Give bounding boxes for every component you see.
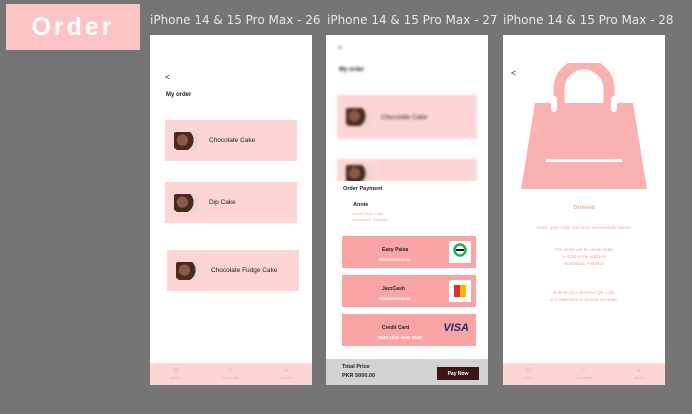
confirmation-message: Annie, your order has been successfully … — [536, 225, 632, 230]
back-button[interactable]: < — [338, 45, 342, 52]
cake-thumbnail — [174, 131, 198, 150]
tab-label: Order — [280, 375, 292, 380]
menu-icon: ☰ — [172, 368, 179, 375]
payment-option-easypaisa[interactable]: Easy Paisa +92xxxxxxxxxx — [342, 236, 476, 268]
tab-order[interactable]: + Order — [281, 368, 291, 380]
easypaisa-icon — [453, 243, 467, 257]
tab-favourite[interactable]: ♡ Favourite — [223, 368, 240, 380]
phone-order-confirmed: < Ordered Annie, your order has been suc… — [503, 35, 665, 385]
tab-label: Menu — [170, 375, 181, 380]
order-badge: Order — [6, 4, 140, 50]
phone-my-order: < My order Chocolate Cake Dip Cake Choco… — [150, 35, 312, 385]
shopping-bag-icon — [521, 63, 647, 189]
ready-message-line: to 6:00 at the address — [562, 254, 606, 259]
payment-name: JazzCash — [382, 286, 405, 292]
checkout-bar: Total Price PKR 5000.00 Pay Now — [326, 359, 488, 385]
item-name: Chocolate Fudge Cake — [211, 267, 278, 274]
easypaisa-logo — [449, 241, 471, 263]
bottom-tab-bar: ☰ Menu ♡ Favourite + Order — [150, 363, 312, 385]
bottom-tab-bar: ☰ Menu ♡ Favourite + Order — [503, 363, 665, 385]
item-name: Dip Cake — [209, 199, 236, 206]
customer-name: Annie — [353, 202, 369, 208]
phone-order-payment: < My order Chocolate Cake Order Payment … — [326, 35, 488, 385]
item-name: Chocolate Cake — [209, 137, 256, 144]
jazzcash-logo — [449, 280, 471, 302]
order-item-chocolate-cake: Chocolate Cake — [337, 95, 477, 139]
tab-order[interactable]: + Order — [634, 368, 644, 380]
tab-label: Favourite — [575, 375, 593, 380]
cake-thumbnail — [346, 108, 370, 126]
payment-number: +92xxxxxxxxxx — [378, 296, 411, 301]
payment-option-jazzcash[interactable]: JazzCash +92xxxxxxxxxx — [342, 275, 476, 307]
ready-message-line: Islamabad, Pakistan — [563, 261, 605, 266]
jazzcash-icon — [454, 285, 466, 297]
tab-label: Favourite — [222, 375, 240, 380]
frame-label-26: iPhone 14 & 15 Pro Max - 26 — [150, 13, 321, 27]
heart-icon: ♡ — [580, 368, 588, 375]
total-label: Total Price — [342, 364, 370, 370]
cake-thumbnail — [176, 261, 200, 280]
cake-thumbnail — [174, 193, 198, 212]
page-title: My order — [339, 67, 365, 73]
address-line: Islamabad, Pakistan — [352, 217, 389, 222]
visa-logo: VISA — [443, 322, 469, 334]
qr-message-line: at a cakeshop to receive an order. — [550, 297, 618, 302]
order-item-chocolate-cake[interactable]: Chocolate Cake — [165, 120, 297, 161]
tab-label: Menu — [523, 375, 534, 380]
total-price: PKR 5000.00 — [342, 373, 376, 379]
menu-icon: ☰ — [525, 368, 532, 375]
plus-icon: + — [636, 368, 642, 375]
tab-menu[interactable]: ☰ Menu — [171, 368, 181, 380]
plus-icon: + — [283, 368, 289, 375]
page-title: My order — [166, 92, 192, 98]
payment-number: +92xxxxxxxxxx — [378, 257, 411, 262]
payment-name: Easy Paisa — [382, 247, 409, 253]
address-line: Sweet Shop Cafe — [352, 211, 384, 216]
order-item-chocolate-fudge-cake[interactable]: Chocolate Fudge Cake — [167, 250, 299, 291]
heart-icon: ♡ — [227, 368, 235, 375]
pay-now-button[interactable]: Pay Now — [437, 367, 479, 380]
tab-menu[interactable]: ☰ Menu — [524, 368, 534, 380]
tab-label: Order — [633, 375, 645, 380]
back-button[interactable]: < — [165, 72, 170, 82]
order-status: Ordered — [573, 205, 595, 211]
qr-message-line: Submit your personal QR code — [553, 290, 615, 295]
tab-favourite[interactable]: ♡ Favourite — [576, 368, 593, 380]
payment-number: 2540 xxxx xxxx 2540 — [378, 335, 422, 340]
back-button[interactable]: < — [511, 68, 516, 78]
payment-option-credit-card[interactable]: Credit Card 2540 xxxx xxxx 2540 VISA — [342, 314, 476, 346]
frame-label-28: iPhone 14 & 15 Pro Max - 28 — [503, 13, 674, 27]
order-item-dip-cake[interactable]: Dip Cake — [165, 182, 297, 223]
payment-name: Credit Card — [382, 325, 410, 331]
frame-label-27: iPhone 14 & 15 Pro Max - 27 — [327, 13, 498, 27]
item-name: Chocolate Cake — [381, 113, 428, 121]
sheet-title: Order Payment — [343, 186, 383, 192]
ready-message-line: The Order will be ready today — [554, 247, 614, 252]
